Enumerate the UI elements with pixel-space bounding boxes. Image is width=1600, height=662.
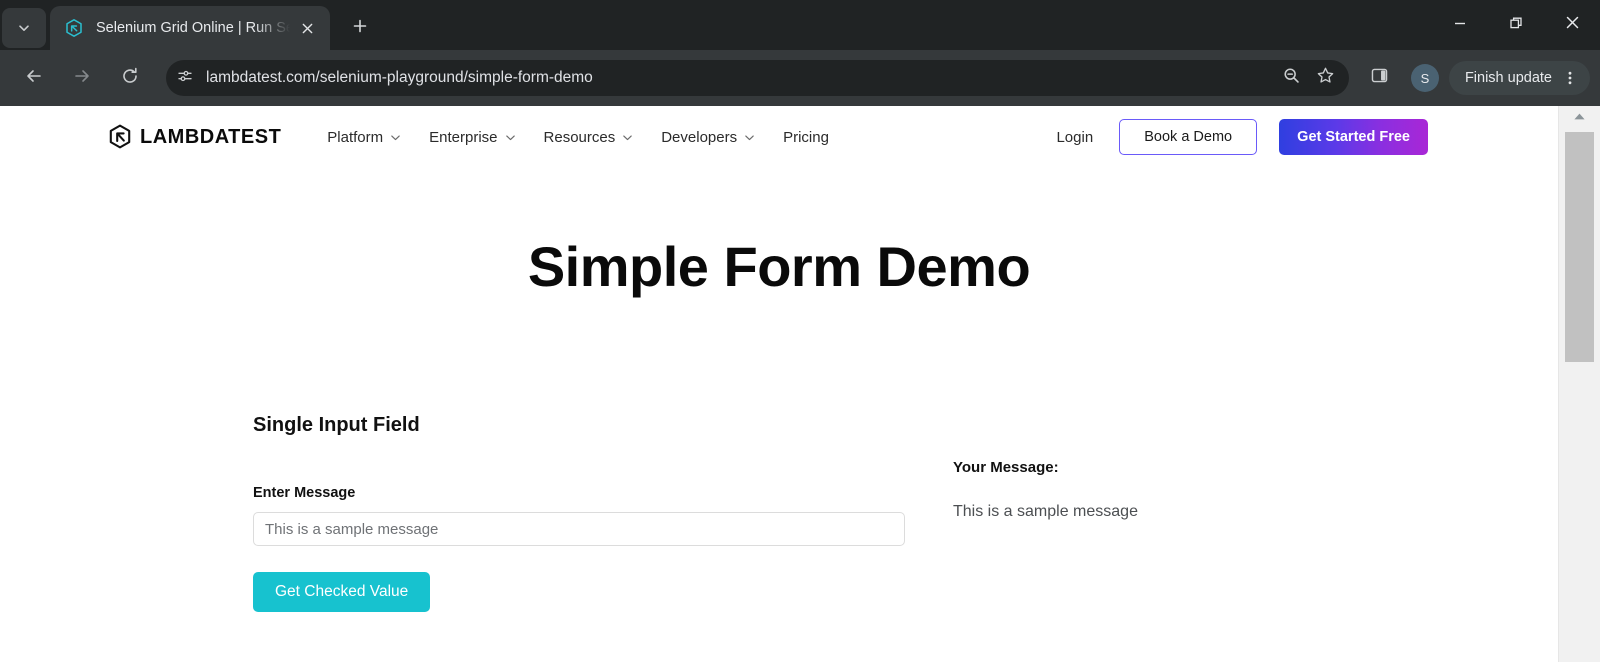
bookmark-button[interactable] (1309, 61, 1343, 95)
minimize-icon (1453, 16, 1467, 35)
browser-window: Selenium Grid Online | Run Sele lambdate… (0, 0, 1600, 662)
chevron-down-icon (744, 132, 755, 143)
brand-logo[interactable]: LAMBDATEST (108, 124, 281, 150)
browser-tab[interactable]: Selenium Grid Online | Run Sele (50, 6, 330, 50)
section-title: Single Input Field (253, 414, 420, 436)
nav-label: Developers (661, 128, 738, 146)
nav-item-developers[interactable]: Developers (661, 129, 755, 146)
tab-title: Selenium Grid Online | Run Sele (96, 20, 294, 36)
nav-item-resources[interactable]: Resources (544, 129, 634, 146)
lambdatest-hexagon-icon (108, 124, 132, 150)
nav-item-platform[interactable]: Platform (327, 129, 401, 146)
close-icon (1565, 15, 1580, 35)
brand-wordmark: LAMBDATEST (140, 125, 282, 148)
url-text[interactable]: lambdatest.com/selenium-playground/simpl… (206, 69, 593, 87)
back-arrow-icon (24, 66, 44, 91)
get-checked-value-button[interactable]: Get Checked Value (253, 572, 431, 612)
header-actions: Login Book a Demo Get Started Free (1056, 119, 1428, 155)
zoom-out-icon (1282, 66, 1301, 90)
side-panel-icon (1370, 66, 1389, 90)
nav-label: Resources (543, 128, 616, 146)
restore-icon (1509, 16, 1523, 35)
main-navigation: Platform Enterprise Resources Developers… (327, 129, 857, 146)
plus-icon (352, 18, 368, 39)
page-title: Simple Form Demo (527, 235, 1031, 298)
nav-item-enterprise[interactable]: Enterprise (429, 129, 515, 146)
window-close-button[interactable] (1544, 0, 1600, 50)
message-input[interactable] (253, 512, 905, 546)
tab-close-button[interactable] (294, 15, 320, 41)
finish-update-button[interactable]: Finish update (1448, 61, 1590, 95)
chevron-down-icon (622, 132, 633, 143)
forward-arrow-icon (72, 66, 92, 91)
page-viewport: LAMBDATEST Platform Enterprise Resources… (0, 106, 1600, 662)
new-tab-button[interactable] (342, 10, 378, 46)
reload-icon (120, 66, 140, 91)
nav-label: Pricing (783, 128, 829, 146)
site-settings-icon (176, 67, 194, 90)
maximize-restore-button[interactable] (1488, 0, 1544, 50)
web-page: LAMBDATEST Platform Enterprise Resources… (0, 106, 1558, 662)
message-output-value: This is a sample message (953, 503, 1138, 520)
nav-label: Enterprise (429, 128, 498, 146)
chevron-down-icon (390, 132, 401, 143)
zoom-out-button[interactable] (1275, 61, 1309, 95)
scrollbar-thumb[interactable] (1565, 132, 1594, 362)
page-scrollbar[interactable] (1558, 106, 1600, 662)
login-link[interactable]: Login (1056, 129, 1093, 146)
address-bar[interactable]: lambdatest.com/selenium-playground/simpl… (166, 60, 1349, 96)
tab-search-button[interactable] (2, 8, 46, 48)
form-section: Single Input Field Enter Message Get Che… (0, 414, 1558, 612)
form-column: Single Input Field Enter Message Get Che… (253, 414, 953, 612)
site-header: LAMBDATEST Platform Enterprise Resources… (0, 106, 1558, 168)
more-options-icon[interactable] (1556, 64, 1584, 92)
reload-button[interactable] (112, 60, 148, 96)
chevron-down-icon (17, 21, 31, 35)
nav-item-pricing[interactable]: Pricing (783, 129, 829, 146)
back-button[interactable] (16, 60, 52, 96)
get-started-free-button[interactable]: Get Started Free (1279, 119, 1428, 155)
finish-update-label: Finish update (1464, 70, 1552, 86)
side-panel-button[interactable] (1362, 60, 1398, 96)
chevron-down-icon (505, 132, 516, 143)
message-output-column: Your Message: This is a sample message (953, 414, 1138, 612)
tab-strip: Selenium Grid Online | Run Sele (0, 0, 1600, 50)
minimize-button[interactable] (1432, 0, 1488, 50)
site-settings-button[interactable] (170, 63, 200, 93)
profile-avatar[interactable]: S (1410, 64, 1439, 92)
omnibox-actions (1275, 61, 1349, 95)
forward-button[interactable] (64, 60, 100, 96)
your-message-label: Your Message: (953, 459, 1059, 476)
browser-toolbar: lambdatest.com/selenium-playground/simpl… (0, 50, 1600, 106)
star-icon (1316, 66, 1335, 90)
lambdatest-logo-icon (64, 18, 84, 38)
book-a-demo-button[interactable]: Book a Demo (1119, 119, 1258, 155)
window-controls (1432, 0, 1600, 50)
scroll-up-arrow-icon (1573, 108, 1586, 126)
nav-label: Platform (327, 128, 384, 146)
scrollbar-up-button[interactable] (1559, 106, 1600, 128)
enter-message-label: Enter Message (253, 485, 356, 501)
